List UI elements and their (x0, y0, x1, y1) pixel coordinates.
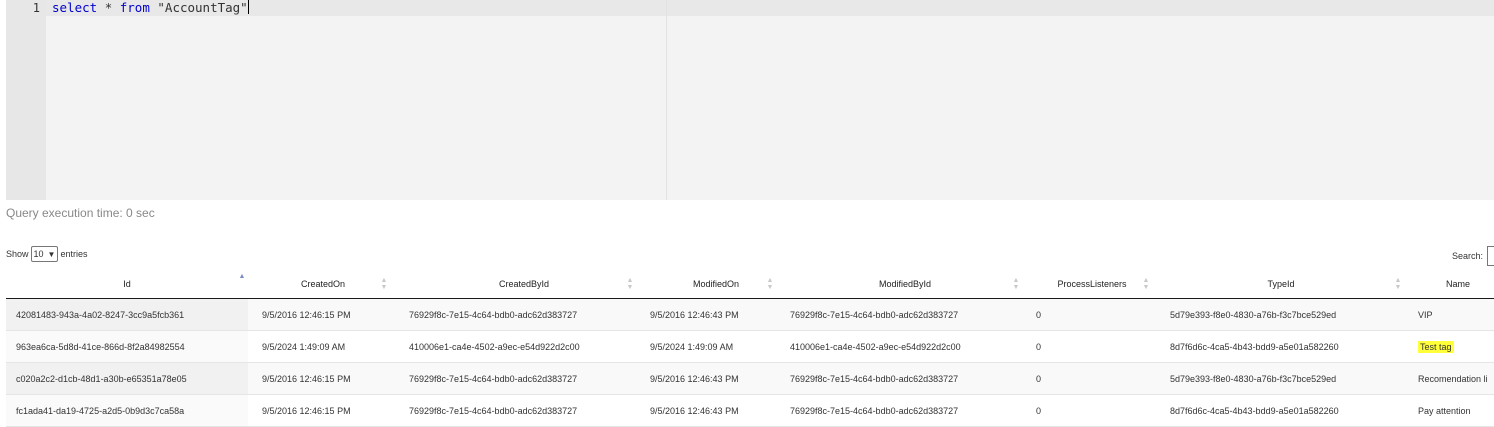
keyword-from: from (119, 0, 150, 15)
print-margin (666, 0, 667, 200)
table-header: Id ▲ CreatedOn ▲ ▼ CreatedById ▲ ▼ Modifie… (6, 270, 1494, 299)
table-row: c020a2c2-d1cb-48d1-a30b-e65351a78e05 9/5… (6, 363, 1494, 395)
cell-modifiedon: 9/5/2024 1:49:09 AM (650, 341, 734, 352)
column-header-modifiedbyid[interactable]: ModifiedById (782, 270, 1028, 298)
cell-name: Recomendation li (1418, 373, 1488, 384)
execution-time: Query execution time: 0 sec (6, 206, 155, 220)
cell-typeid: 8d7f6d6c-4ca5-4b43-bdd9-a5e01a582260 (1170, 341, 1339, 352)
table-row: 42081483-943a-4a02-8247-3cc9a5fcb361 9/5… (6, 299, 1494, 331)
cell-name: Test tag (1406, 331, 1494, 362)
cell-name: VIP (1418, 309, 1433, 320)
cell-id: c020a2c2-d1cb-48d1-a30b-e65351a78e05 (6, 363, 248, 394)
sort-both-icon: ▲ ▼ (626, 277, 634, 291)
length-control: Show 10 ▼ entries (6, 246, 87, 262)
cell-createdon: 9/5/2016 12:46:15 PM (262, 373, 351, 384)
sort-both-icon: ▲ ▼ (1142, 277, 1150, 291)
column-header-processlisteners[interactable]: ProcessListeners (1028, 270, 1156, 298)
cell-typeid: 5d79e393-f8e0-4830-a76b-f3c7bce529ed (1170, 309, 1337, 320)
column-header-createdbyid[interactable]: CreatedById (398, 270, 650, 298)
cell-createdon: 9/5/2016 12:46:15 PM (262, 309, 351, 320)
keyword-select: select (52, 0, 98, 15)
column-header-createdon[interactable]: CreatedOn (248, 270, 398, 298)
results-table: Id ▲ CreatedOn ▲ ▼ CreatedById ▲ ▼ Modifie… (6, 270, 1494, 427)
search-input[interactable] (1487, 246, 1494, 266)
highlighted-name: Test tag (1418, 340, 1454, 353)
editor-gutter: 1 (6, 0, 46, 200)
sort-both-icon: ▲ ▼ (766, 277, 774, 291)
cell-processlisteners: 0 (1036, 341, 1042, 352)
sort-both-icon: ▲ ▼ (1012, 277, 1020, 291)
cell-processlisteners: 0 (1036, 373, 1042, 384)
cell-modifiedon: 9/5/2016 12:46:43 PM (650, 373, 739, 384)
cell-id: 963ea6ca-5d8d-41ce-866d-8f2a84982554 (6, 331, 248, 362)
cell-modifiedon: 9/5/2016 12:46:43 PM (650, 309, 739, 320)
cell-createdon: 9/5/2024 1:49:09 AM (262, 341, 346, 352)
cell-id: fc1ada41-da19-4725-a2d5-0b9d3c7ca58a (6, 395, 248, 426)
cell-id: 42081483-943a-4a02-8247-3cc9a5fcb361 (6, 299, 248, 330)
show-label: Show (6, 249, 29, 259)
cell-createdbyid: 76929f8c-7e15-4c64-bdb0-adc62d383727 (409, 405, 578, 416)
cell-createdbyid: 76929f8c-7e15-4c64-bdb0-adc62d383727 (409, 373, 578, 384)
cell-name: Pay attention (1418, 405, 1471, 416)
column-header-modifiedon[interactable]: ModifiedOn (650, 270, 782, 298)
search-label: Search: (1451, 251, 1483, 261)
sort-both-icon: ▲ ▼ (1394, 277, 1402, 291)
sort-both-icon: ▲ ▼ (380, 277, 388, 291)
column-header-id[interactable]: Id (6, 270, 248, 298)
cell-createdon: 9/5/2016 12:46:15 PM (262, 405, 351, 416)
entries-label: entries (60, 249, 88, 259)
cell-modifiedbyid: 410006e1-ca4e-4502-a9ec-e54d922d2c00 (790, 341, 961, 352)
cell-modifiedbyid: 76929f8c-7e15-4c64-bdb0-adc62d383727 (790, 309, 959, 320)
sort-asc-icon: ▲ (238, 273, 246, 280)
cell-modifiedbyid: 76929f8c-7e15-4c64-bdb0-adc62d383727 (790, 373, 959, 384)
table-row: fc1ada41-da19-4725-a2d5-0b9d3c7ca58a 9/5… (6, 395, 1494, 427)
star-operator: * (104, 0, 113, 15)
cell-typeid: 8d7f6d6c-4ca5-4b43-bdd9-a5e01a582260 (1170, 405, 1339, 416)
cell-typeid: 5d79e393-f8e0-4830-a76b-f3c7bce529ed (1170, 373, 1337, 384)
column-header-name[interactable]: Name (1406, 270, 1494, 298)
cell-processlisteners: 0 (1036, 309, 1042, 320)
table-row: 963ea6ca-5d8d-41ce-866d-8f2a84982554 9/5… (6, 331, 1494, 363)
cell-processlisteners: 0 (1036, 405, 1042, 416)
cell-createdbyid: 410006e1-ca4e-4502-a9ec-e54d922d2c00 (409, 341, 580, 352)
active-line-highlight (46, 0, 1494, 16)
entries-select-value: 10 (33, 249, 44, 259)
search-control: Search: (1452, 246, 1494, 266)
cell-modifiedbyid: 76929f8c-7e15-4c64-bdb0-adc62d383727 (790, 405, 959, 416)
cell-createdbyid: 76929f8c-7e15-4c64-bdb0-adc62d383727 (409, 309, 578, 320)
entries-select[interactable]: 10 ▼ (30, 246, 59, 262)
sql-editor[interactable]: 1 select * from "AccountTag" (6, 0, 1494, 200)
chevron-down-icon: ▼ (47, 249, 56, 259)
table-name: "AccountTag" (157, 0, 248, 15)
line-number: 1 (32, 1, 40, 15)
column-header-typeid[interactable]: TypeId (1156, 270, 1406, 298)
code-line[interactable]: select * from "AccountTag" (52, 0, 249, 16)
cell-modifiedon: 9/5/2016 12:46:43 PM (650, 405, 739, 416)
text-cursor (247, 0, 249, 14)
